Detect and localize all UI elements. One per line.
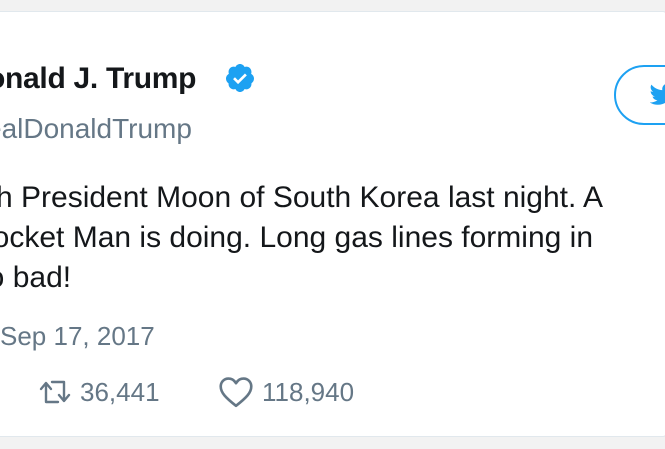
retweet-button[interactable]: 36,441	[38, 372, 160, 412]
like-button[interactable]: 118,940	[218, 372, 354, 412]
retweet-icon	[39, 380, 71, 404]
follow-button[interactable]	[614, 65, 665, 125]
heart-icon	[219, 377, 253, 408]
tweet-text-line: rith President Moon of South Korea last …	[0, 181, 604, 214]
twitter-bird-icon	[650, 84, 665, 105]
tweet-card: onald J. Trump ealDonaldTrump rith Presi…	[0, 11, 665, 437]
like-count: 118,940	[262, 376, 355, 407]
tweet-text: rith President Moon of South Korea last …	[0, 178, 665, 298]
retweet-count: 36,441	[80, 376, 160, 407]
tweet-date[interactable]: Sep 17, 2017	[0, 321, 155, 352]
author-display-name[interactable]: onald J. Trump	[0, 62, 196, 96]
verified-badge-icon	[224, 62, 256, 94]
author-handle[interactable]: ealDonaldTrump	[0, 113, 192, 145]
tweet-text-line: Rocket Man is doing. Long gas lines form…	[0, 221, 594, 254]
tweet-text-line: oo bad!	[0, 261, 72, 294]
